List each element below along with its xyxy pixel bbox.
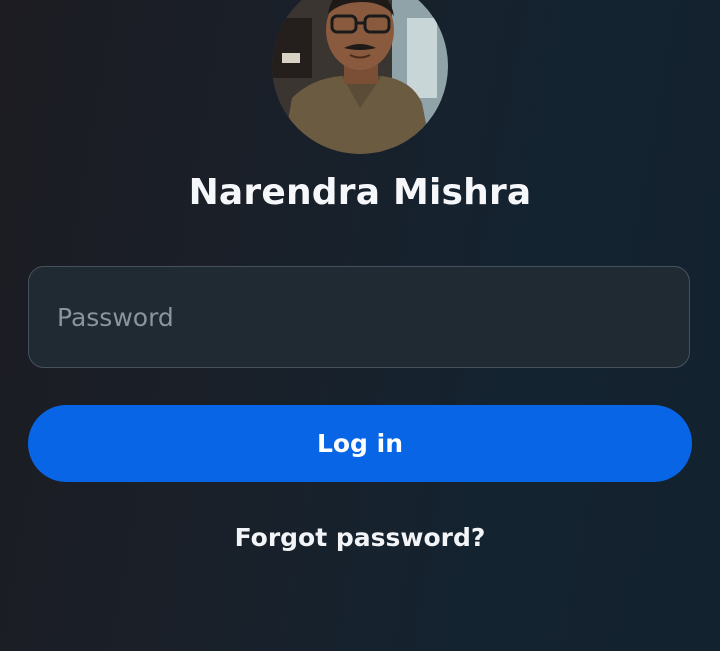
password-field[interactable]	[28, 266, 690, 368]
forgot-password-row: Forgot password?	[0, 523, 720, 552]
password-input[interactable]	[29, 267, 689, 367]
profile-name: Narendra Mishra	[188, 172, 532, 213]
profile-avatar	[272, 0, 448, 154]
login-button[interactable]: Log in	[28, 405, 692, 482]
forgot-password-link[interactable]: Forgot password?	[235, 523, 486, 552]
profile-photo-image	[272, 0, 448, 154]
